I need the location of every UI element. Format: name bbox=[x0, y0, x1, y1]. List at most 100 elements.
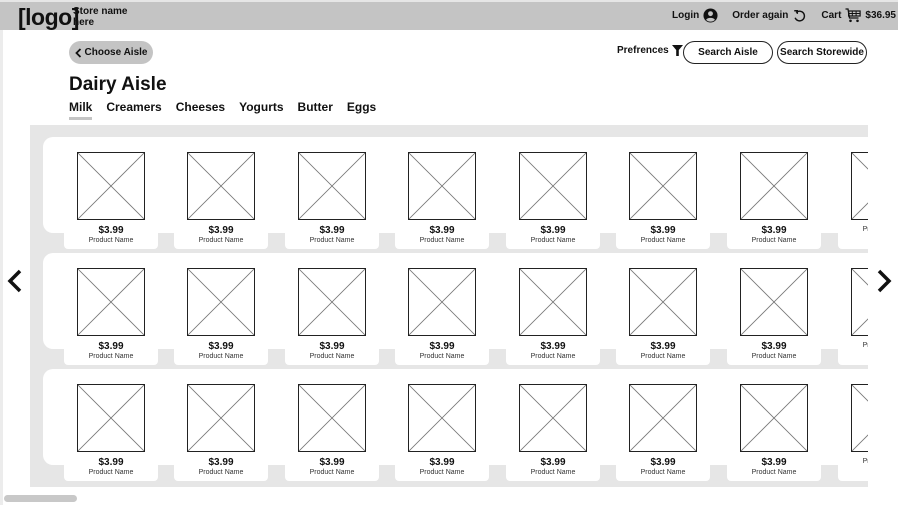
product-image-placeholder[interactable] bbox=[77, 268, 145, 336]
image-placeholder-icon bbox=[520, 385, 586, 451]
product-image-placeholder[interactable] bbox=[629, 384, 697, 452]
product-label: $3.99 Product Name bbox=[616, 457, 710, 481]
product-name[interactable]: Product Name bbox=[64, 468, 158, 477]
product-name[interactable]: Product Name bbox=[285, 352, 379, 361]
product-price: $3.99 bbox=[319, 225, 345, 236]
product-image-placeholder[interactable] bbox=[408, 152, 476, 220]
product-name[interactable]: Product Name bbox=[174, 236, 268, 245]
search-aisle-button[interactable]: Search Aisle bbox=[683, 41, 773, 64]
login-button[interactable]: Login bbox=[672, 8, 718, 23]
product-name[interactable]: Product Name bbox=[727, 236, 821, 245]
product-name[interactable]: Product Name bbox=[727, 468, 821, 477]
product-name[interactable]: Product Name bbox=[285, 236, 379, 245]
product-image-placeholder[interactable] bbox=[519, 152, 587, 220]
product-image-placeholder[interactable] bbox=[740, 384, 808, 452]
chevron-left-icon bbox=[74, 47, 81, 58]
product-name[interactable]: Product Name bbox=[395, 468, 489, 477]
undo-arrow-icon bbox=[794, 9, 806, 22]
product-price: $3.99 bbox=[208, 225, 234, 236]
product-price: $3.99 bbox=[761, 457, 787, 468]
product-name[interactable]: Product Name bbox=[506, 236, 600, 245]
product-image-placeholder[interactable] bbox=[77, 152, 145, 220]
product-image-placeholder[interactable] bbox=[298, 268, 366, 336]
cart-total: $36.95 bbox=[865, 10, 896, 21]
product-label: $3.99 Product Name bbox=[506, 457, 600, 481]
product-image-placeholder[interactable] bbox=[187, 152, 255, 220]
product-name[interactable]: Product Name bbox=[285, 468, 379, 477]
product-name[interactable]: Product Name bbox=[727, 352, 821, 361]
product-image-placeholder[interactable] bbox=[187, 268, 255, 336]
tab-milk[interactable]: Milk bbox=[69, 100, 93, 120]
image-placeholder-icon bbox=[852, 153, 868, 219]
tab-butter[interactable]: Butter bbox=[298, 100, 333, 120]
product-image-placeholder[interactable] bbox=[187, 384, 255, 452]
tab-yogurts[interactable]: Yogurts bbox=[239, 100, 283, 120]
product-image-placeholder[interactable] bbox=[740, 152, 808, 220]
product-image-placeholder[interactable] bbox=[851, 384, 868, 452]
product-name[interactable]: Product Name bbox=[174, 352, 268, 361]
product-name[interactable]: Product Name bbox=[616, 352, 710, 361]
product-name[interactable]: Product Name bbox=[838, 225, 868, 234]
page-title: Dairy Aisle bbox=[69, 74, 167, 95]
product-name[interactable]: Product Name bbox=[838, 341, 868, 350]
product-name[interactable]: Product Name bbox=[616, 236, 710, 245]
product-image-placeholder[interactable] bbox=[851, 268, 868, 336]
product-price: $3.99 bbox=[761, 225, 787, 236]
image-placeholder-icon bbox=[741, 385, 807, 451]
product-price: $3.99 bbox=[540, 341, 566, 352]
image-placeholder-icon bbox=[520, 153, 586, 219]
product-name[interactable]: Product Name bbox=[506, 468, 600, 477]
product-label: $3.99 Product Name bbox=[616, 341, 710, 365]
product-image-placeholder[interactable] bbox=[519, 384, 587, 452]
product-label: $3.99 Product Name bbox=[506, 341, 600, 365]
product-price: $3.99 bbox=[429, 225, 455, 236]
choose-aisle-label: Choose Aisle bbox=[84, 47, 148, 58]
product-label: $3.99 Product Name bbox=[727, 225, 821, 249]
tab-eggs[interactable]: Eggs bbox=[347, 100, 376, 120]
product-name[interactable]: Product Name bbox=[174, 468, 268, 477]
product-label: $3.99 Product Name bbox=[285, 225, 379, 249]
product-label: $3.99 Product Name bbox=[395, 457, 489, 481]
product-image-placeholder[interactable] bbox=[740, 268, 808, 336]
product-name[interactable]: Product Name bbox=[64, 352, 158, 361]
tab-cheeses[interactable]: Cheeses bbox=[176, 100, 225, 120]
product-image-placeholder[interactable] bbox=[629, 152, 697, 220]
order-again-button[interactable]: Order again bbox=[732, 9, 807, 23]
top-nav: Login Order again Cart $36.95 bbox=[658, 8, 896, 23]
image-placeholder-icon bbox=[78, 385, 144, 451]
product-image-placeholder[interactable] bbox=[408, 268, 476, 336]
product-name[interactable]: Product Name bbox=[506, 352, 600, 361]
product-label: $3.99 Product Name bbox=[727, 341, 821, 365]
logo[interactable]: [logo] bbox=[18, 5, 79, 29]
product-name[interactable]: Product Name bbox=[616, 468, 710, 477]
product-image-placeholder[interactable] bbox=[298, 152, 366, 220]
tab-creamers[interactable]: Creamers bbox=[106, 100, 161, 120]
product-image-placeholder[interactable] bbox=[851, 152, 868, 220]
image-placeholder-icon bbox=[630, 153, 696, 219]
product-image-placeholder[interactable] bbox=[519, 268, 587, 336]
image-placeholder-icon bbox=[409, 153, 475, 219]
search-storewide-button[interactable]: Search Storewide bbox=[777, 41, 867, 64]
product-name[interactable]: Product Name bbox=[838, 457, 868, 466]
product-image-placeholder[interactable] bbox=[408, 384, 476, 452]
preferences-filter[interactable]: Prefrences bbox=[617, 45, 683, 56]
product-price: $3.99 bbox=[319, 341, 345, 352]
horizontal-scrollbar[interactable] bbox=[4, 495, 77, 502]
product-image-placeholder[interactable] bbox=[77, 384, 145, 452]
cart-button[interactable]: Cart $36.95 bbox=[821, 8, 896, 23]
image-placeholder-icon bbox=[741, 269, 807, 335]
product-label: $3.99 Product Name bbox=[395, 225, 489, 249]
shopping-cart-icon bbox=[845, 8, 862, 23]
image-placeholder-icon bbox=[520, 269, 586, 335]
choose-aisle-button[interactable]: Choose Aisle bbox=[69, 41, 153, 64]
preferences-label: Prefrences bbox=[617, 45, 669, 56]
product-image-placeholder[interactable] bbox=[629, 268, 697, 336]
chevron-left-icon[interactable] bbox=[6, 268, 24, 294]
product-label: $3.99 Product Name bbox=[64, 341, 158, 365]
product-name[interactable]: Product Name bbox=[395, 352, 489, 361]
product-name[interactable]: Product Name bbox=[395, 236, 489, 245]
product-image-placeholder[interactable] bbox=[298, 384, 366, 452]
product-label: $3.99 Product Name bbox=[174, 341, 268, 365]
chevron-right-icon[interactable] bbox=[875, 268, 893, 294]
product-name[interactable]: Product Name bbox=[64, 236, 158, 245]
